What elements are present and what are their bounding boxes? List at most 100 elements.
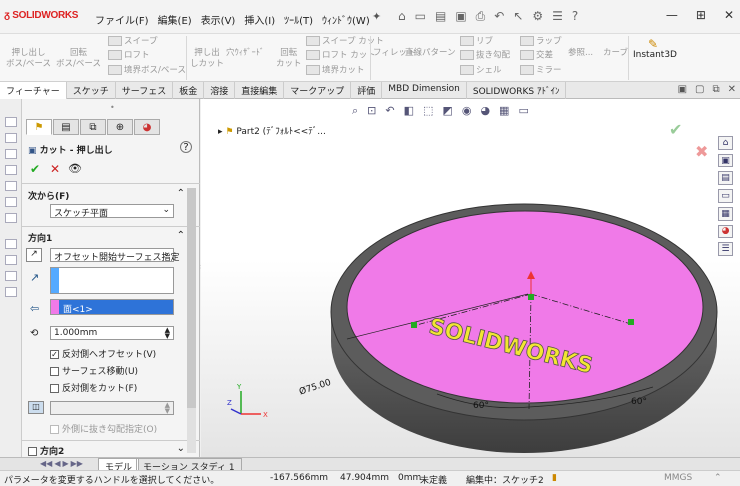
edit-appearance-icon[interactable]: ◕ bbox=[480, 104, 490, 118]
pin-icon[interactable]: ✦ bbox=[372, 10, 381, 23]
menu-insert[interactable]: 挿入(I) bbox=[244, 12, 275, 27]
instant3d-button[interactable]: Instant3D bbox=[633, 50, 677, 60]
previous-view-icon[interactable]: ↶ bbox=[385, 104, 394, 118]
angle-dimension-1[interactable]: 60° bbox=[473, 401, 489, 411]
reverse-direction-icon[interactable]: ↗ bbox=[26, 248, 42, 262]
mirror-button[interactable]: ミラー bbox=[520, 65, 562, 77]
menu-file[interactable]: ファイル(F) bbox=[95, 12, 149, 27]
confirm-corner-check-icon[interactable]: ✔ bbox=[669, 120, 682, 139]
flip-side-cut-checkbox[interactable]: 反対側をカット(F) bbox=[50, 381, 137, 394]
feature-tree-flyout[interactable]: ▸ ⚑ Part2 (ﾃﾞﾌｫﾙﾄ<<ﾃﾞ... bbox=[218, 124, 326, 137]
first-tab-icon[interactable]: ◀◀ bbox=[40, 459, 52, 468]
from-section-header[interactable]: 次から(F) bbox=[28, 189, 69, 202]
tab-sketch[interactable]: スケッチ bbox=[67, 82, 116, 99]
feature-manager-tab-icon[interactable]: ⚑ bbox=[26, 119, 52, 135]
strip-tool-icon[interactable] bbox=[5, 213, 17, 223]
display-style-icon[interactable]: ◩ bbox=[442, 104, 452, 118]
menu-view[interactable]: 表示(V) bbox=[201, 12, 236, 27]
curves-button[interactable]: カーブ bbox=[603, 48, 628, 59]
close-icon[interactable]: ✕ bbox=[724, 8, 734, 22]
collapse-chevron-icon[interactable]: ⌃ bbox=[177, 188, 185, 199]
home-pane-icon[interactable]: ⌂ bbox=[718, 136, 733, 150]
view-orientation-icon[interactable]: ⬚ bbox=[423, 104, 433, 118]
resources-pane-icon[interactable]: ▣ bbox=[718, 153, 733, 168]
print-icon[interactable]: ⎙ bbox=[476, 9, 486, 24]
config-manager-tab-icon[interactable]: ⧉ bbox=[80, 119, 106, 135]
end-condition-select[interactable]: オフセット開始サーフェス指定 ⌄ bbox=[50, 248, 179, 263]
strip-tool-icon[interactable] bbox=[5, 287, 17, 297]
confirm-corner-cancel-icon[interactable]: ✖ bbox=[695, 142, 708, 161]
maximize-icon[interactable]: ⊞ bbox=[696, 8, 706, 22]
pm-help-button[interactable]: ? bbox=[180, 141, 192, 153]
dimxpert-tab-icon[interactable]: ⊕ bbox=[107, 119, 133, 135]
tab-markup[interactable]: マークアップ bbox=[284, 82, 352, 99]
expand-chevron-icon[interactable]: ⌄ bbox=[177, 443, 185, 454]
save-icon[interactable]: ▣ bbox=[455, 9, 466, 24]
loft-button[interactable]: ロフト bbox=[108, 50, 150, 62]
pm-scrollbar[interactable] bbox=[187, 188, 196, 453]
face-selection-list[interactable]: 面<1> bbox=[50, 299, 174, 315]
ok-check-icon[interactable]: ✔ bbox=[30, 162, 40, 176]
draft-toggle-icon[interactable]: ◫ bbox=[28, 401, 44, 414]
hide-show-icon[interactable]: ◉ bbox=[462, 104, 472, 118]
tab-sheet-metal[interactable]: 板金 bbox=[173, 82, 205, 99]
strip-tool-icon[interactable] bbox=[5, 117, 17, 127]
strip-tool-icon[interactable] bbox=[5, 133, 17, 143]
strip-tool-icon[interactable] bbox=[5, 239, 17, 249]
intersect-button[interactable]: 交差 bbox=[520, 50, 553, 62]
graphics-area[interactable]: SOLIDWORKS Ø75.00 60° 60° Y X Z ✔ ✖ bbox=[201, 99, 740, 457]
status-units[interactable]: MMGS bbox=[664, 473, 692, 483]
translate-surface-checkbox[interactable]: サーフェス移動(U) bbox=[50, 364, 138, 377]
tab-surfaces[interactable]: サーフェス bbox=[116, 82, 174, 99]
tile-icon[interactable]: ▢ bbox=[695, 84, 704, 95]
tab-solidworks-addins[interactable]: SOLIDWORKS ｱﾄﾞｲﾝ bbox=[467, 82, 567, 99]
undo-icon[interactable]: ↶ bbox=[494, 9, 504, 24]
reverse-offset-checkbox[interactable]: ✓ 反対側へオフセット(V) bbox=[50, 347, 156, 360]
menu-edit[interactable]: 編集(E) bbox=[158, 12, 192, 27]
restore-pane-icon[interactable]: ▣ bbox=[678, 84, 687, 95]
strip-tool-icon[interactable] bbox=[5, 165, 17, 175]
revolve-cut-button[interactable]: 回転 カット bbox=[276, 48, 302, 70]
loft-cut-button[interactable]: ロフト カット bbox=[306, 50, 376, 62]
shell-button[interactable]: シェル bbox=[460, 65, 502, 77]
sweep-cut-button[interactable]: スイープ カット bbox=[306, 36, 384, 48]
boundary-boss-button[interactable]: 境界ボス/ベース bbox=[108, 65, 186, 77]
direction2-checkbox[interactable]: 方向2 bbox=[28, 444, 64, 457]
draft-angle-input[interactable]: ▲ ▼ bbox=[50, 401, 174, 415]
diameter-dimension[interactable]: Ø75.00 bbox=[298, 377, 333, 398]
strip-tool-icon[interactable] bbox=[5, 197, 17, 207]
face-selection-item[interactable]: 面<1> bbox=[63, 302, 93, 315]
scene-icon[interactable]: ▦ bbox=[499, 104, 509, 118]
model-view[interactable]: SOLIDWORKS Ø75.00 60° 60° Y X Z ✔ ✖ bbox=[201, 99, 740, 457]
extrude-cut-button[interactable]: 押し出 しカット bbox=[190, 48, 224, 70]
direction1-section-header[interactable]: 方向1 bbox=[28, 231, 52, 244]
select-icon[interactable]: ↖ bbox=[513, 9, 523, 24]
pane-close-icon[interactable]: ✕ bbox=[728, 84, 736, 95]
zoom-fit-icon[interactable]: ⌕ bbox=[352, 104, 358, 118]
design-library-icon[interactable]: ▤ bbox=[718, 171, 733, 186]
property-manager-tab-icon[interactable]: ▤ bbox=[53, 119, 79, 135]
strip-tool-icon[interactable] bbox=[5, 149, 17, 159]
strip-tool-icon[interactable] bbox=[5, 181, 17, 191]
prev-tab-icon[interactable]: ◀ bbox=[54, 459, 60, 468]
offset-distance-input[interactable]: 1.000mm ▲ ▼ bbox=[50, 326, 174, 340]
zoom-area-icon[interactable]: ⊡ bbox=[367, 104, 376, 118]
help-icon[interactable]: ? bbox=[572, 9, 578, 24]
collapse-chevron-icon[interactable]: ⌃ bbox=[177, 230, 185, 241]
new-icon[interactable]: ▭ bbox=[415, 9, 426, 24]
restore-icon[interactable]: ⧉ bbox=[712, 84, 719, 95]
view-settings-icon[interactable]: ▭ bbox=[518, 104, 528, 118]
options-icon[interactable]: ☰ bbox=[552, 9, 563, 24]
angle-dimension-2[interactable]: 60° bbox=[631, 397, 647, 407]
preview-eye-icon[interactable]: 👁 bbox=[68, 162, 82, 175]
tab-features[interactable]: フィーチャー bbox=[0, 82, 67, 99]
direction-vector-field[interactable] bbox=[50, 267, 174, 294]
tab-direct-editing[interactable]: 直接編集 bbox=[235, 82, 285, 99]
menu-tools[interactable]: ﾂｰﾙ(T) bbox=[284, 12, 313, 27]
tab-weldments[interactable]: 溶接 bbox=[204, 82, 236, 99]
hole-wizard-button[interactable]: 穴ｳｨｻﾞｰﾄﾞ bbox=[226, 48, 264, 59]
section-view-icon[interactable]: ◧ bbox=[404, 104, 414, 118]
next-tab-icon[interactable]: ▶ bbox=[62, 459, 68, 468]
reference-geometry-button[interactable]: 参照... bbox=[568, 48, 593, 59]
extrude-boss-button[interactable]: 押し出し ボス/ベース bbox=[6, 48, 51, 70]
